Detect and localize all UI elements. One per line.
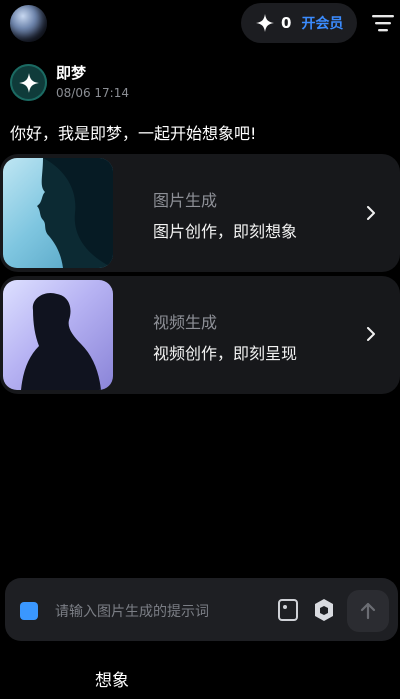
bot-name: 即梦 bbox=[56, 64, 87, 82]
message-timestamp: 08/06 17:14 bbox=[56, 86, 129, 100]
vip-pill[interactable]: 0 开会员 bbox=[241, 3, 357, 43]
bot-avatar bbox=[10, 64, 47, 101]
user-avatar[interactable] bbox=[10, 5, 47, 42]
send-button[interactable] bbox=[347, 590, 389, 632]
sparkle-icon bbox=[256, 14, 274, 32]
chevron-right-icon bbox=[367, 327, 375, 341]
chevron-right-icon bbox=[367, 206, 375, 220]
card-title: 图片生成 bbox=[153, 191, 218, 210]
send-arrow-icon bbox=[360, 602, 376, 620]
card-subtitle: 视频创作，即刻呈现 bbox=[153, 344, 298, 363]
video-generation-thumbnail bbox=[3, 280, 113, 390]
mode-indicator-icon[interactable] bbox=[20, 602, 38, 620]
image-generation-thumbnail bbox=[3, 158, 113, 268]
greeting-text: 你好，我是即梦，一起开始想象吧! bbox=[10, 124, 257, 143]
card-title: 视频生成 bbox=[153, 313, 218, 332]
sparkle-icon bbox=[18, 72, 39, 93]
card-subtitle: 图片创作，即刻想象 bbox=[153, 222, 298, 241]
tab-imagine[interactable]: 想象 bbox=[95, 666, 129, 691]
image-upload-icon[interactable] bbox=[277, 598, 299, 622]
credits-count: 0 bbox=[281, 14, 292, 32]
model-select-icon[interactable] bbox=[314, 598, 334, 622]
join-vip-link[interactable]: 开会员 bbox=[301, 13, 343, 33]
filter-icon[interactable] bbox=[372, 14, 394, 32]
prompt-input[interactable]: 请输入图片生成的提示词 bbox=[55, 601, 209, 621]
